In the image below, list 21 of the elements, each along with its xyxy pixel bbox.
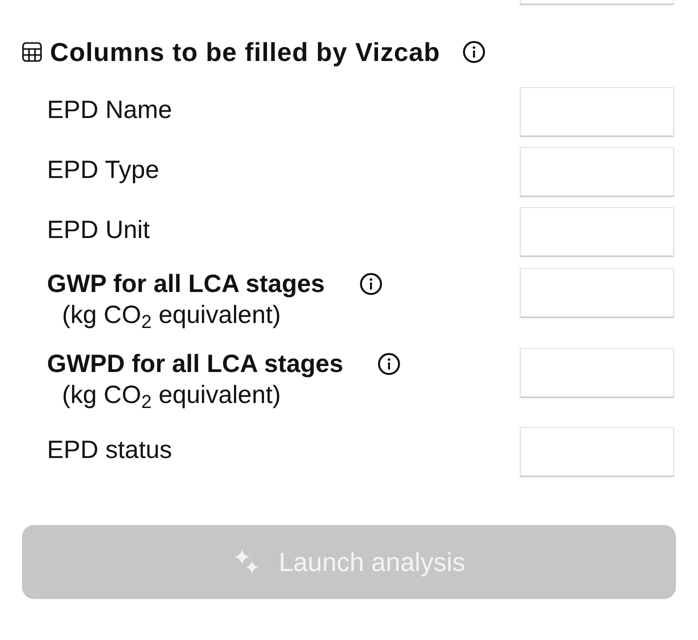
info-icon[interactable] bbox=[377, 352, 402, 376]
unit-label: (kg CO$_{2}$ equivalent) bbox=[61, 380, 282, 410]
unit-label: (kg CO$_{2}$ equivalent) bbox=[61, 300, 282, 330]
input-field[interactable] bbox=[520, 0, 674, 4]
input-field[interactable] bbox=[520, 206, 674, 256]
input-field[interactable] bbox=[520, 348, 674, 397]
column-label: EPD status bbox=[47, 435, 172, 466]
input-field[interactable] bbox=[520, 86, 674, 136]
metric-label: GWPD for all LCA stages bbox=[47, 349, 344, 380]
column-label: EPD Name bbox=[47, 95, 172, 126]
input-field[interactable] bbox=[520, 268, 674, 317]
metric-label: GWP for all LCA stages bbox=[47, 269, 325, 300]
section-title: Columns to be filled by Vizcab bbox=[50, 36, 440, 68]
column-label: EPD Type bbox=[47, 155, 160, 186]
column-label: EPD Unit bbox=[47, 215, 150, 246]
sparkle-icon bbox=[232, 548, 261, 576]
info-icon[interactable] bbox=[462, 40, 486, 64]
input-field[interactable] bbox=[520, 426, 674, 476]
input-field[interactable] bbox=[520, 146, 674, 196]
info-icon[interactable] bbox=[358, 272, 383, 296]
table-icon bbox=[22, 42, 42, 62]
